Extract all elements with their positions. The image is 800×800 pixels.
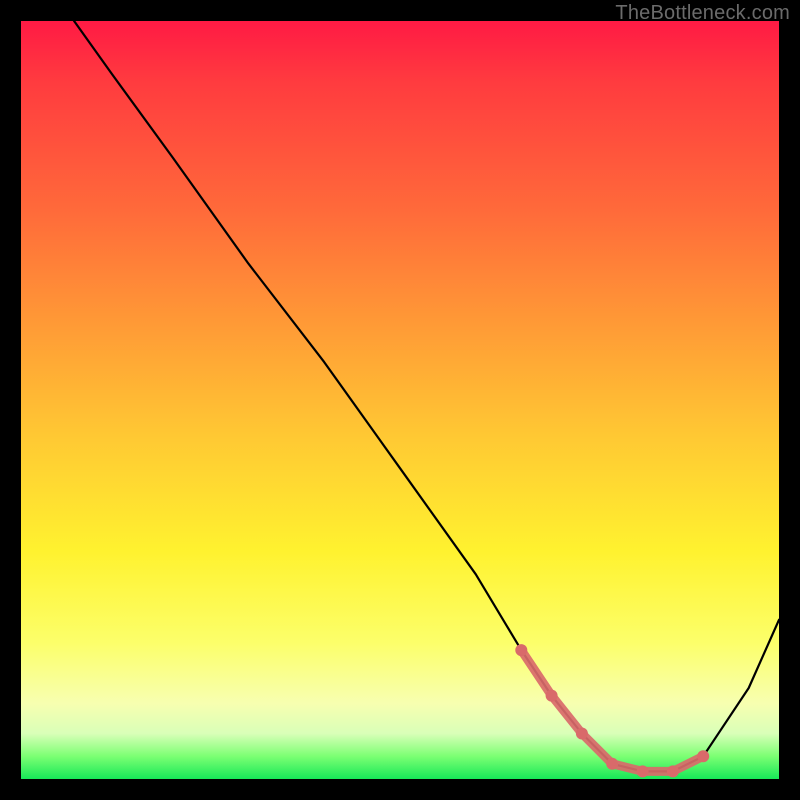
dots-layer	[515, 644, 709, 777]
bottleneck-curve-path	[74, 21, 779, 771]
plot-area	[21, 21, 779, 779]
chart-svg	[21, 21, 779, 779]
valley-dot	[515, 644, 527, 656]
chart-frame: TheBottleneck.com	[0, 0, 800, 800]
valley-dot	[606, 758, 618, 770]
valley-dot	[637, 765, 649, 777]
valley-dot	[667, 765, 679, 777]
valley-dot	[697, 750, 709, 762]
valley-highlight-path	[521, 650, 703, 771]
curve-layer	[74, 21, 779, 771]
valley-dot	[546, 690, 558, 702]
valley-dot	[576, 728, 588, 740]
